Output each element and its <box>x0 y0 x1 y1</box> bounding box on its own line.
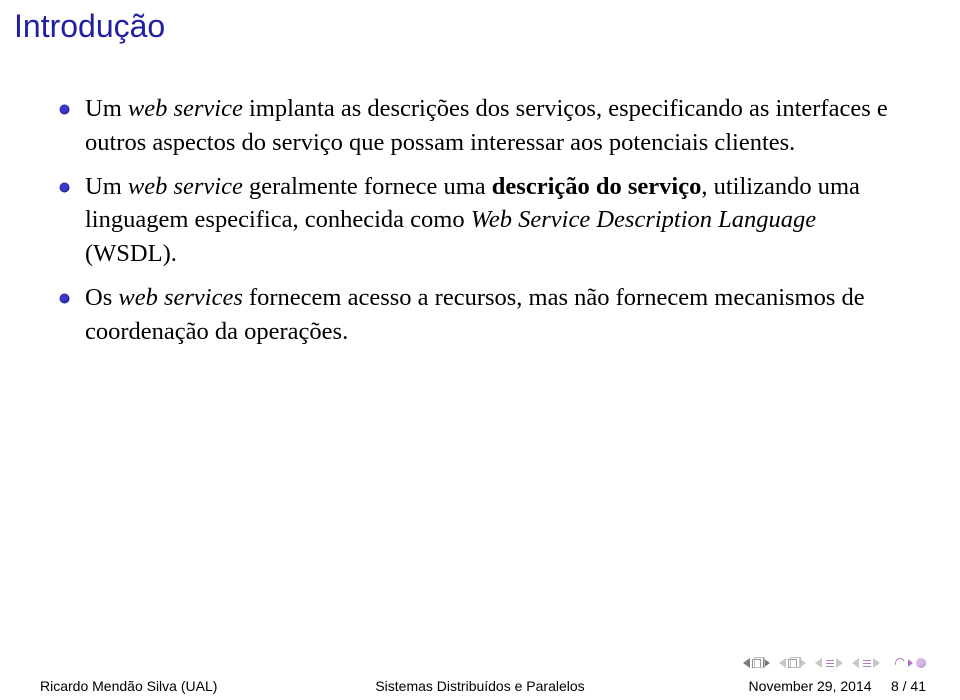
bullet-icon <box>60 294 69 303</box>
text-fragment: Web Service Description Language <box>471 206 816 233</box>
bullet-icon <box>60 183 69 192</box>
nav-circular-group[interactable] <box>895 658 926 668</box>
nav-prev-section-icon <box>779 658 786 668</box>
nav-prev-icon <box>743 658 750 668</box>
slide-content: Um web service implanta as descrições do… <box>60 92 900 359</box>
nav-subsection-group[interactable] <box>815 658 843 668</box>
slide: Introdução Um web service implanta as de… <box>0 0 960 700</box>
footer-right: November 29, 2014 8 / 41 <box>749 678 926 694</box>
bullet-item: Os web services fornecem acesso a recurs… <box>60 281 900 349</box>
text-fragment: descrição do serviço <box>492 173 702 200</box>
nav-bars-icon <box>826 660 834 667</box>
slide-title: Introdução <box>14 8 165 45</box>
beamer-nav <box>743 658 926 668</box>
nav-prev-frame-icon <box>852 658 859 668</box>
bullet-icon <box>60 105 69 114</box>
nav-search-icon <box>916 658 926 668</box>
footer-date: November 29, 2014 <box>749 678 872 694</box>
nav-square-icon <box>752 659 761 668</box>
text-fragment: web services <box>118 284 243 311</box>
text-fragment: (WSDL). <box>85 240 177 267</box>
text-fragment: web service <box>128 95 243 122</box>
bullet-text: Um web service geralmente fornece uma de… <box>85 170 900 271</box>
nav-prev-group[interactable] <box>743 658 770 668</box>
bullet-item: Um web service geralmente fornece uma de… <box>60 170 900 271</box>
nav-frame-group[interactable] <box>852 658 880 668</box>
nav-back-icon <box>894 657 907 670</box>
nav-square-icon <box>788 659 797 668</box>
nav-section-group[interactable] <box>779 658 806 668</box>
nav-prev-sub-icon <box>815 658 822 668</box>
text-fragment: Um <box>85 95 128 122</box>
nav-bars-icon <box>863 660 871 667</box>
nav-play-icon <box>908 659 913 667</box>
bullet-item: Um web service implanta as descrições do… <box>60 92 900 160</box>
footer: Ricardo Mendão Silva (UAL) Sistemas Dist… <box>0 670 960 700</box>
bullet-text: Um web service implanta as descrições do… <box>85 92 900 160</box>
text-fragment: geralmente fornece uma <box>243 173 492 200</box>
footer-page: 8 / 41 <box>891 678 926 694</box>
nav-next-frame-icon <box>873 658 880 668</box>
text-fragment: Os <box>85 284 118 311</box>
text-fragment: Um <box>85 173 128 200</box>
nav-next-sub-icon <box>836 658 843 668</box>
bullet-text: Os web services fornecem acesso a recurs… <box>85 281 900 349</box>
text-fragment: web service <box>128 173 243 200</box>
